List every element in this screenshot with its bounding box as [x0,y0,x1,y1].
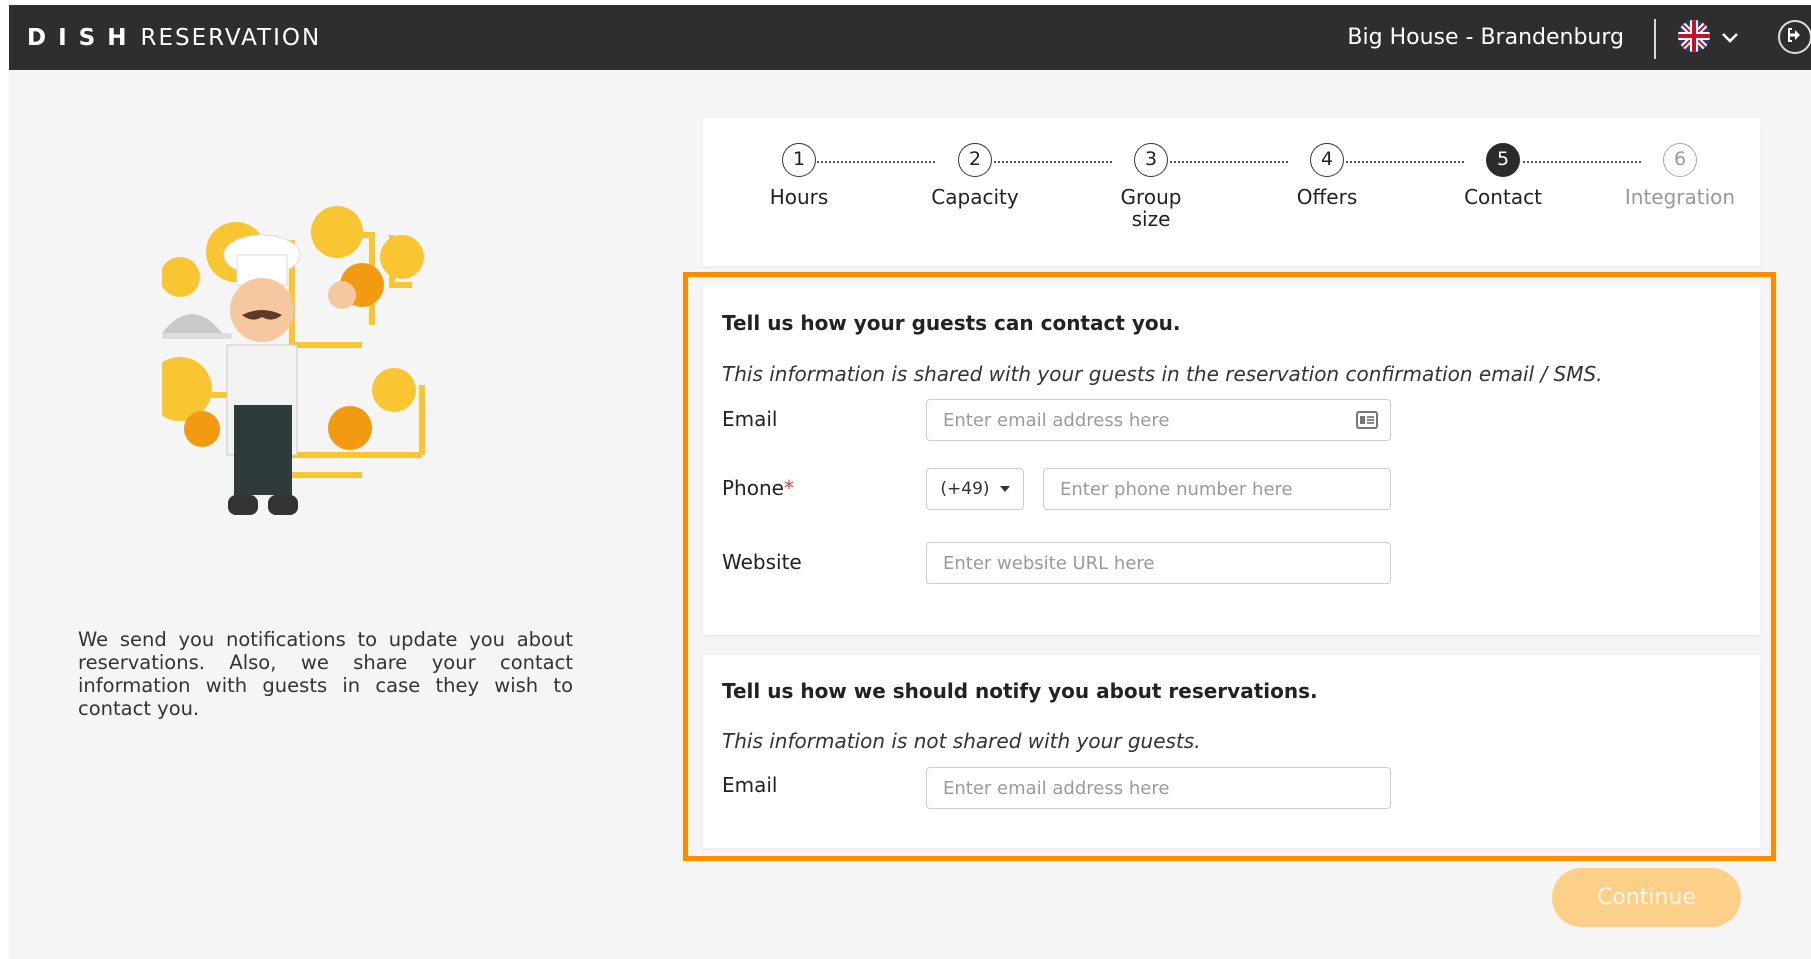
caret-down-icon [999,486,1010,492]
notification-info-text: We send you notifications to update you … [78,628,573,720]
step-group-size[interactable]: 3 Group size [1081,143,1221,230]
contact-card-icon [1356,411,1378,434]
step-number: 2 [958,143,992,177]
step-label: Group size [1120,185,1182,231]
email-label: Email [722,773,778,797]
step-label: Hours [769,185,829,209]
card-subtitle: This information is shared with your gue… [722,362,1603,386]
step-integration: 6 Integration [1600,143,1760,208]
email-label: Email [722,407,778,431]
notification-card: Tell us how we should notify you about r… [703,655,1760,848]
step-number: 5 [1486,143,1520,177]
step-capacity[interactable]: 2 Capacity [895,143,1055,208]
email-placeholder: Enter email address here [943,409,1170,431]
step-contact[interactable]: 5 Contact [1423,143,1583,208]
email-placeholder: Enter email address here [943,777,1170,799]
contact-email-input[interactable]: Enter email address here [926,399,1391,441]
card-title: Tell us how we should notify you about r… [722,679,1318,703]
card-title: Tell us how your guests can contact you. [722,311,1181,335]
chevron-down-icon [1721,29,1739,48]
required-mark: * [783,476,794,500]
website-placeholder: Enter website URL here [943,552,1155,574]
step-number: 3 [1134,143,1168,177]
language-selector[interactable] [1677,19,1739,57]
website-label: Website [722,550,802,574]
uk-flag-icon [1677,19,1711,57]
step-number: 1 [782,143,816,177]
progress-stepper: 1 Hours 2 Capacity 3 Group size 4 Offers… [703,118,1760,266]
logout-icon [1786,26,1804,48]
country-code-dropdown[interactable]: (+49) [926,468,1024,510]
phone-number-input[interactable]: Enter phone number here [1043,468,1391,510]
step-label: Capacity [931,185,1019,209]
country-code-value: (+49) [940,479,990,499]
website-input[interactable]: Enter website URL here [926,542,1391,584]
step-label: Offers [1296,185,1358,209]
continue-button[interactable]: Continue [1552,868,1741,927]
card-subtitle: This information is not shared with your… [722,729,1201,753]
top-bar: DISHRESERVATION Big House - Brandenburg [9,5,1811,70]
guest-contact-card: Tell us how your guests can contact you.… [703,287,1760,635]
notification-email-input[interactable]: Enter email address here [926,767,1391,809]
step-label: Contact [1464,185,1542,209]
app-logo[interactable]: DISHRESERVATION [27,25,321,51]
step-number: 4 [1310,143,1344,177]
logout-button[interactable] [1778,20,1811,54]
phone-label: Phone* [722,476,794,500]
header-divider [1654,19,1656,59]
step-label: Integration [1624,185,1736,209]
restaurant-name: Big House - Brandenburg [1347,25,1624,50]
step-offers[interactable]: 4 Offers [1247,143,1407,208]
step-hours[interactable]: 1 Hours [719,143,879,208]
phone-placeholder: Enter phone number here [1060,478,1293,500]
step-number: 6 [1663,143,1697,177]
chef-illustration [142,195,502,555]
